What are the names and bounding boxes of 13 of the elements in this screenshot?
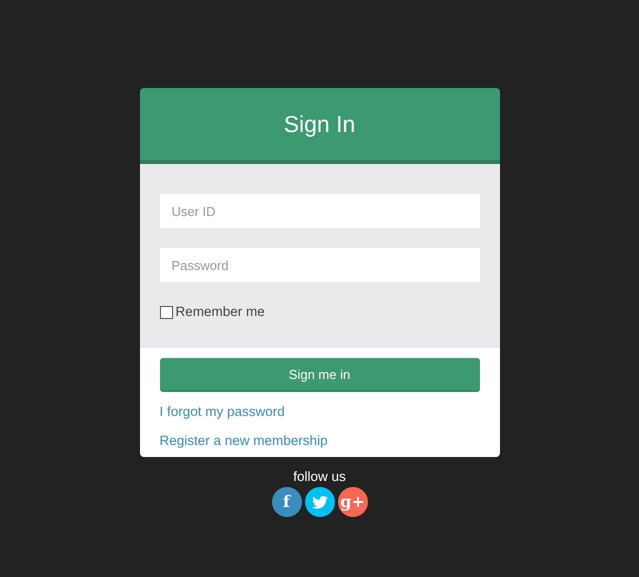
checkbox[interactable] bbox=[160, 306, 172, 319]
social-button[interactable] bbox=[304, 487, 334, 517]
social-button[interactable]: f bbox=[272, 487, 302, 517]
form-title: Sign In bbox=[284, 110, 356, 139]
checkbox-label[interactable]: Remember me bbox=[176, 302, 265, 322]
follow-caption: follow us bbox=[292, 468, 347, 486]
bird-icon bbox=[312, 496, 328, 508]
social-button[interactable]: g+ bbox=[338, 487, 368, 517]
input-field[interactable]: User ID bbox=[160, 194, 480, 228]
text-link[interactable]: Register a new membership bbox=[160, 430, 328, 451]
sign-in-button[interactable]: Sign me in bbox=[160, 358, 480, 392]
text-link[interactable]: I forgot my password bbox=[160, 402, 285, 422]
input-field[interactable]: Password bbox=[160, 248, 480, 282]
